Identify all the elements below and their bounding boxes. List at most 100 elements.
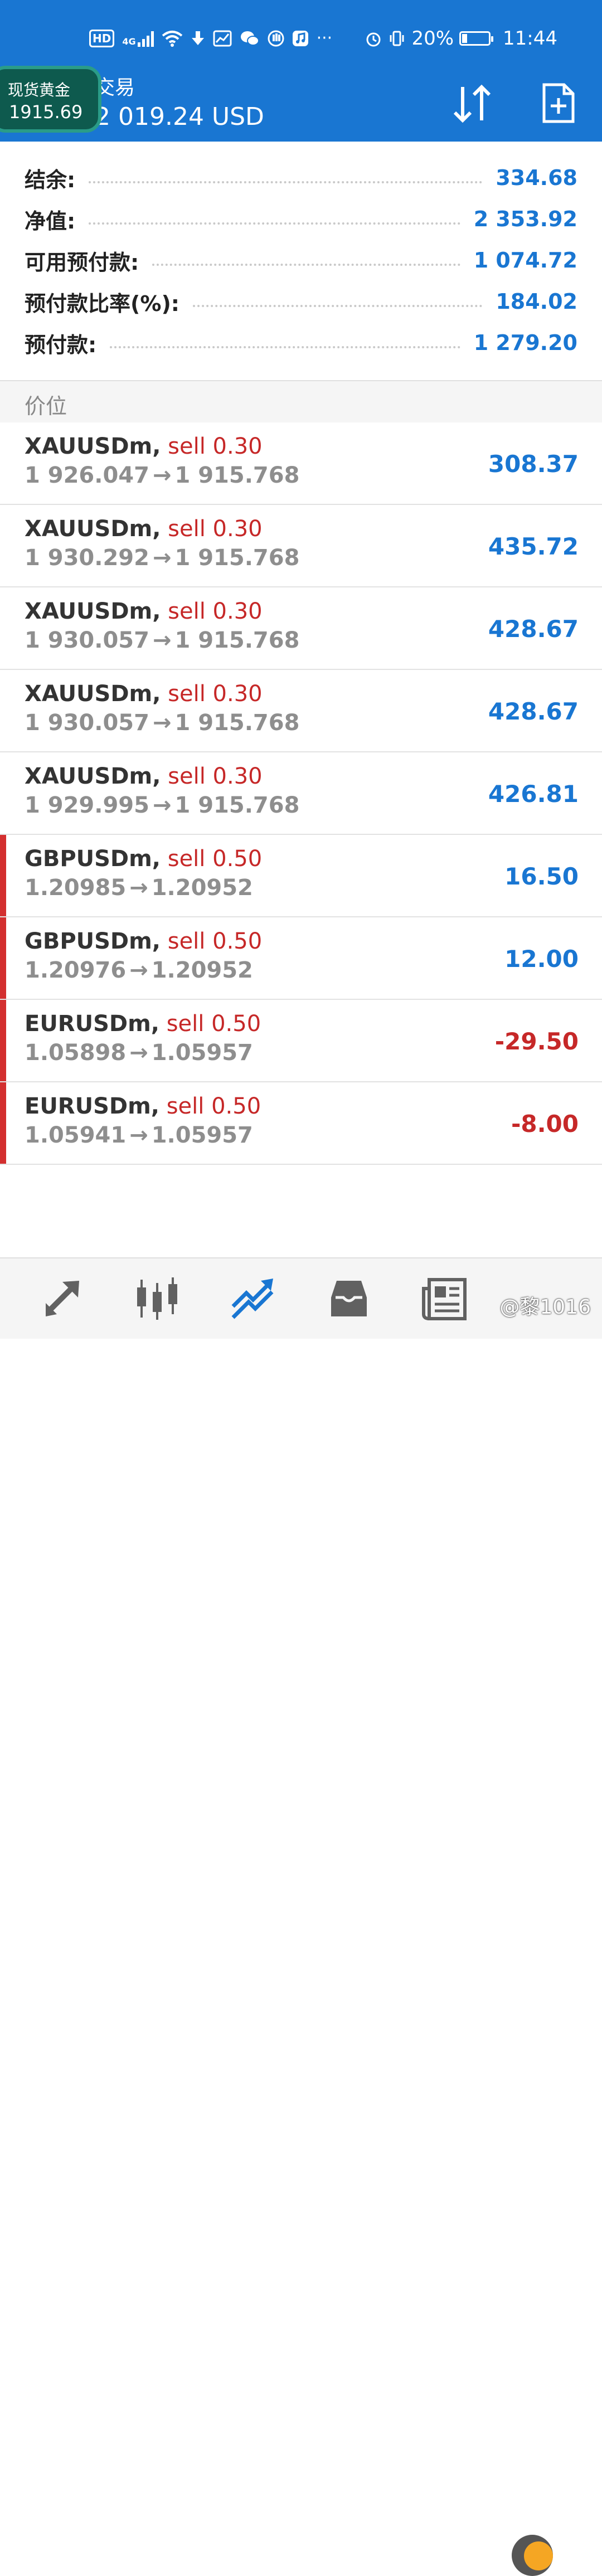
position-symbol: EURUSDm, — [25, 1093, 159, 1119]
position-row[interactable]: GBPUSDm, sell 0.50 1.20976 → 1.20952 12.00 — [0, 917, 602, 1000]
open-price: 1.05898 — [25, 1040, 127, 1066]
position-marker — [0, 1000, 6, 1081]
position-prices: 1.20985 → 1.20952 — [25, 875, 253, 901]
position-prices: 1.05941 → 1.05957 — [25, 1122, 253, 1148]
position-side-volume: sell 0.30 — [168, 599, 263, 624]
open-price: 1.20985 — [25, 875, 127, 901]
position-side-volume: sell 0.30 — [168, 681, 263, 707]
current-price: 1 915.768 — [174, 463, 300, 488]
quotes-icon[interactable] — [38, 1275, 85, 1322]
positions-list: XAUUSDm, sell 0.30 1 926.047 → 1 915.768 308… — [0, 422, 602, 1165]
arrow-right-icon: → — [152, 628, 172, 653]
position-marker — [0, 917, 6, 999]
alarm-icon — [366, 32, 381, 47]
position-row[interactable]: EURUSDm, sell 0.50 1.05941 → 1.05957 -8.00 — [0, 1082, 602, 1165]
position-marker — [0, 1082, 6, 1164]
position-side-volume: sell 0.50 — [167, 846, 263, 872]
widget-price: 1915.69 — [9, 101, 83, 123]
position-prices: 1 930.057 → 1 915.768 — [25, 710, 299, 736]
position-row[interactable]: XAUUSDm, sell 0.30 1 926.047 → 1 915.768 308… — [0, 422, 602, 505]
position-profit: 428.67 — [488, 615, 579, 643]
position-marker — [0, 835, 6, 916]
position-profit: 16.50 — [504, 863, 579, 890]
history-icon[interactable] — [326, 1275, 372, 1322]
position-profit: 435.72 — [488, 533, 579, 560]
position-row[interactable]: XAUUSDm, sell 0.30 1 930.057 → 1 915.768 428… — [0, 670, 602, 752]
watermark-badge — [524, 2541, 553, 2570]
position-profit: 12.00 — [504, 945, 579, 973]
position-profit: 428.67 — [488, 698, 579, 725]
position-symbol: GBPUSDm, — [25, 929, 161, 954]
arrow-right-icon: → — [152, 793, 172, 818]
position-title: XAUUSDm, sell 0.30 — [25, 434, 263, 459]
position-row[interactable]: XAUUSDm, sell 0.30 1 929.995 → 1 915.768 426… — [0, 752, 602, 835]
floating-price-widget[interactable]: 现货黄金 1915.69 — [0, 66, 101, 133]
position-title: EURUSDm, sell 0.50 — [25, 1011, 261, 1037]
position-side-volume: sell 0.30 — [168, 434, 263, 459]
open-price: 1 930.292 — [25, 545, 149, 571]
summary-row-margin-level: 预付款比率(%): 184.02 — [25, 281, 577, 322]
current-price: 1.20952 — [151, 958, 253, 983]
news-icon[interactable] — [421, 1275, 468, 1322]
chart-icon[interactable] — [134, 1275, 181, 1322]
open-price: 1 929.995 — [25, 793, 149, 818]
position-row[interactable]: XAUUSDm, sell 0.30 1 930.292 → 1 915.768 435… — [0, 505, 602, 587]
position-symbol: GBPUSDm, — [25, 846, 161, 872]
position-symbol: XAUUSDm, — [25, 764, 161, 789]
summary-label: 预付款: — [25, 332, 97, 357]
position-prices: 1 930.057 → 1 915.768 — [25, 628, 299, 653]
arrow-right-icon: → — [129, 958, 148, 983]
position-profit: -8.00 — [511, 1110, 579, 1138]
status-icons-left: HD 4G ··· — [89, 25, 332, 52]
position-title: EURUSDm, sell 0.50 — [25, 1093, 261, 1119]
sort-icon[interactable] — [450, 81, 495, 126]
summary-row-balance: 结余: 334.68 — [25, 157, 577, 198]
more-status-icon: ··· — [316, 28, 333, 48]
summary-value: 1 279.20 — [473, 330, 577, 355]
position-row[interactable]: XAUUSDm, sell 0.30 1 930.057 → 1 915.768 428… — [0, 587, 602, 670]
position-title: XAUUSDm, sell 0.30 — [25, 764, 263, 789]
position-row[interactable]: EURUSDm, sell 0.50 1.05898 → 1.05957 -29.50 — [0, 1000, 602, 1082]
position-symbol: XAUUSDm, — [25, 516, 161, 542]
position-title: GBPUSDm, sell 0.50 — [25, 929, 262, 954]
vibrate-icon — [390, 31, 404, 46]
open-price: 1 926.047 — [25, 463, 149, 488]
hand-icon — [268, 30, 284, 47]
position-row[interactable]: GBPUSDm, sell 0.50 1.20985 → 1.20952 16.50 — [0, 835, 602, 917]
open-price: 1.20976 — [25, 958, 127, 983]
position-prices: 1.05898 → 1.05957 — [25, 1040, 253, 1066]
section-title: 价位 — [25, 394, 67, 419]
position-prices: 1.20976 → 1.20952 — [25, 958, 253, 983]
position-prices: 1 930.292 → 1 915.768 — [25, 545, 299, 571]
trade-icon[interactable] — [230, 1275, 276, 1322]
network-type-label: 4G — [122, 36, 136, 47]
new-order-icon[interactable] — [542, 82, 575, 124]
current-price: 1 915.768 — [174, 710, 300, 736]
position-side-volume: sell 0.50 — [166, 1093, 261, 1119]
position-symbol: XAUUSDm, — [25, 681, 161, 707]
open-price: 1.05941 — [25, 1122, 127, 1148]
download-icon — [191, 31, 204, 45]
arrow-right-icon: → — [129, 875, 148, 901]
battery-icon — [459, 31, 494, 46]
position-side-volume: sell 0.50 — [166, 1011, 261, 1037]
hd-icon: HD — [89, 30, 115, 47]
current-price: 1.20952 — [151, 875, 253, 901]
position-symbol: XAUUSDm, — [25, 599, 161, 624]
position-prices: 1 929.995 → 1 915.768 — [25, 793, 299, 818]
position-prices: 1 926.047 → 1 915.768 — [25, 463, 299, 488]
watermark: @黎1016 — [499, 1296, 591, 1319]
summary-value: 2 353.92 — [473, 207, 577, 231]
wechat-icon — [240, 31, 259, 46]
status-bar: HD 4G ··· 20% 11:44 — [0, 0, 602, 69]
current-price: 1 915.768 — [174, 628, 300, 653]
summary-value: 334.68 — [496, 166, 577, 190]
position-side-volume: sell 0.30 — [168, 516, 263, 542]
dotted-leader — [89, 222, 460, 225]
status-icons-right: 20% 11:44 — [365, 25, 557, 52]
summary-label: 净值: — [25, 208, 76, 234]
account-balance-line: 2 019.24 USD — [95, 103, 264, 131]
dotted-leader — [89, 181, 483, 183]
position-side-volume: sell 0.50 — [167, 929, 263, 954]
arrow-right-icon: → — [152, 463, 172, 488]
